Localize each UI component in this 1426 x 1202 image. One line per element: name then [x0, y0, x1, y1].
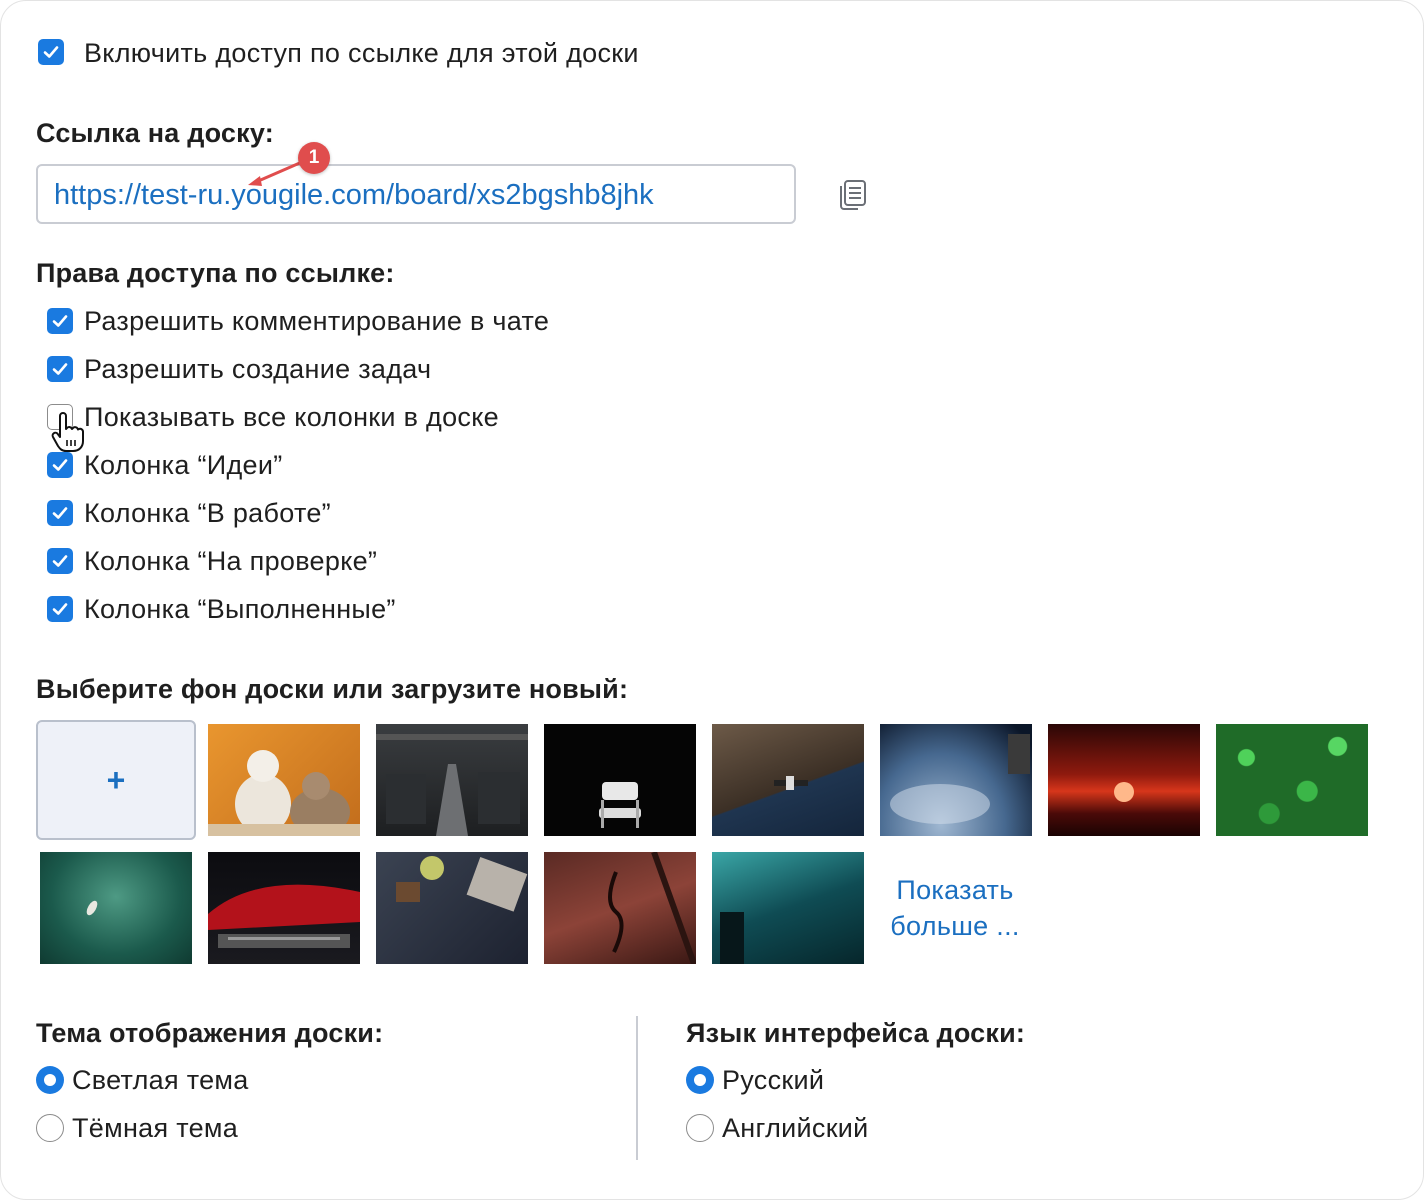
theme-radio-dark[interactable]	[36, 1114, 64, 1142]
check-icon	[52, 603, 68, 615]
perm-label-comment: Разрешить комментирование в чате	[84, 306, 550, 336]
check-icon	[43, 46, 59, 58]
link-heading: Ссылка на доску:	[36, 118, 274, 148]
bg-thumb-desk-laptop[interactable]	[376, 852, 528, 964]
language-radio-english[interactable]	[686, 1114, 714, 1142]
check-icon	[52, 459, 68, 471]
check-icon	[52, 555, 68, 567]
cello-image	[608, 852, 696, 964]
bg-thumb-cats[interactable]	[208, 724, 360, 836]
upload-background-button[interactable]: +	[36, 720, 196, 840]
language-radio-russian[interactable]	[686, 1066, 714, 1094]
check-icon	[52, 363, 68, 375]
enable-link-label: Включить доступ по ссылке для этой доски	[84, 38, 639, 68]
bg-thumb-aerial-water[interactable]	[40, 852, 192, 964]
perm-label-column-review: Колонка “На проверке”	[84, 546, 378, 576]
perm-label-column-ideas: Колонка “Идеи”	[84, 450, 283, 480]
language-label-english: Английский	[722, 1113, 869, 1143]
bg-thumb-earth-orbit[interactable]	[880, 724, 1032, 836]
sun-image	[1114, 782, 1134, 802]
bg-thumb-sunset[interactable]	[1048, 724, 1200, 836]
bg-thumb-green-leaves[interactable]	[1216, 724, 1368, 836]
underwater-image	[720, 912, 744, 964]
bg-thumb-coast-satellite[interactable]	[712, 724, 864, 836]
show-more-line1[interactable]: Показать	[880, 872, 1030, 908]
bg-thumb-chair[interactable]	[544, 724, 696, 836]
perm-checkbox-column-in-progress[interactable]	[47, 500, 73, 526]
bg-thumb-factory[interactable]	[376, 724, 528, 836]
theme-radio-light[interactable]	[36, 1066, 64, 1094]
bg-thumb-underwater[interactable]	[712, 852, 864, 964]
perm-checkbox-comment[interactable]	[47, 308, 73, 334]
perm-checkbox-column-review[interactable]	[47, 548, 73, 574]
copy-icon[interactable]	[836, 178, 870, 212]
language-heading: Язык интерфейса доски:	[686, 1018, 1026, 1048]
bg-thumb-cello[interactable]	[544, 852, 696, 964]
factory-image	[376, 734, 528, 836]
theme-label-dark: Тёмная тема	[72, 1113, 239, 1143]
laptop-image	[396, 856, 528, 912]
perm-label-show-all-columns: Показывать все колонки в доске	[84, 402, 499, 432]
chair-image	[599, 782, 641, 828]
car-image	[208, 884, 360, 948]
annotation-badge: 1	[298, 142, 330, 174]
perm-label-create-tasks: Разрешить создание задач	[84, 354, 432, 384]
section-divider	[636, 1016, 638, 1160]
theme-label-light: Светлая тема	[72, 1065, 249, 1095]
board-link-value[interactable]: https://test-ru.yougile.com/board/xs2bgs…	[54, 179, 654, 212]
enable-link-checkbox[interactable]	[38, 39, 64, 65]
plus-icon: +	[106, 762, 126, 798]
perm-checkbox-column-done[interactable]	[47, 596, 73, 622]
perm-checkbox-column-ideas[interactable]	[47, 452, 73, 478]
earth-image	[890, 734, 1030, 824]
bg-thumb-red-car[interactable]	[208, 852, 360, 964]
theme-heading: Тема отображения доски:	[36, 1018, 384, 1048]
boat-image	[86, 900, 98, 916]
board-link-field[interactable]: https://test-ru.yougile.com/board/xs2bgs…	[36, 164, 796, 224]
satellite-image	[774, 776, 808, 790]
cats-image	[208, 750, 360, 836]
background-heading: Выберите фон доски или загрузите новый:	[36, 674, 629, 704]
check-icon	[52, 315, 68, 327]
show-more-link[interactable]: Показать больше ...	[880, 872, 1030, 944]
permissions-heading: Права доступа по ссылке:	[36, 258, 395, 288]
check-icon	[52, 507, 68, 519]
language-label-russian: Русский	[722, 1065, 825, 1095]
perm-checkbox-create-tasks[interactable]	[47, 356, 73, 382]
perm-label-column-done: Колонка “Выполненные”	[84, 594, 396, 624]
hand-cursor-icon	[51, 412, 84, 452]
show-more-line2[interactable]: больше ...	[880, 908, 1030, 944]
perm-label-column-in-progress: Колонка “В работе”	[84, 498, 331, 528]
